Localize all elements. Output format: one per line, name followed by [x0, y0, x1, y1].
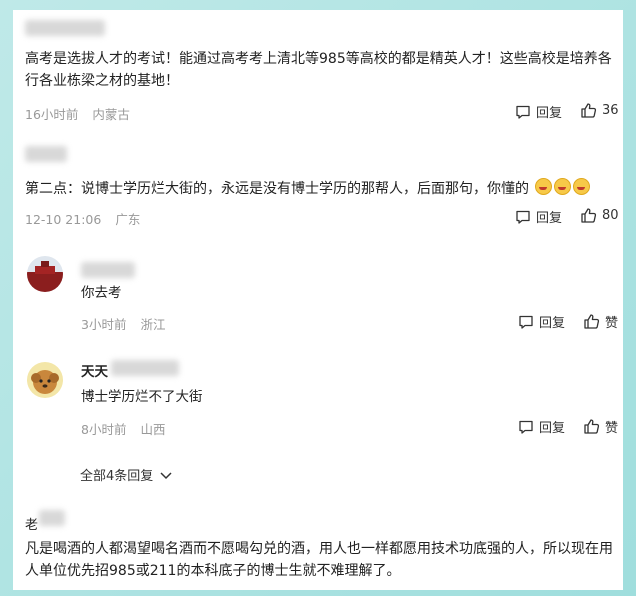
comment-2-time: 12-10 21:06 [25, 212, 102, 227]
comment-panel: 高考是选拔人才的考试！能通过高考考上清北等985等高校的都是精英人才！这些高校是… [13, 10, 623, 590]
reply-1-reply-button[interactable]: 回复 [518, 312, 565, 331]
reply-2-username[interactable]: 天天 [81, 360, 108, 380]
comment-2-location: 广东 [115, 212, 141, 227]
comment-1-like-button[interactable]: 36 [580, 102, 619, 119]
comment-2-text: 第二点：说博士学历烂大街的，永远是没有博士学历的那帮人，后面那句，你懂的 [25, 181, 529, 197]
reply-1-username-blurred[interactable] [81, 262, 135, 278]
grin-emoji-icon [554, 178, 572, 195]
reply-1-like-label: 赞 [605, 316, 619, 331]
reply-2-text: 博士学历烂不了大街 [81, 389, 203, 405]
reply-2-avatar-image [27, 362, 63, 398]
comment-1-time: 16小时前 [25, 107, 79, 122]
comment-2-text-row: 第二点：说博士学历烂大街的，永远是没有博士学历的那帮人，后面那句，你懂的 [25, 178, 617, 200]
reply-2-avatar[interactable] [27, 362, 63, 398]
reply-1-like-button[interactable]: 赞 [583, 312, 618, 331]
grin-emoji-icon [573, 178, 591, 195]
reply-1-reply-label: 回复 [539, 316, 566, 331]
reply-1-avatar[interactable] [27, 256, 63, 292]
grin-emoji-icon [535, 178, 553, 195]
comment-1-reply-button[interactable]: 回复 [515, 102, 562, 121]
reply-2-meta: 8小时前 山西 [81, 419, 175, 438]
reply-2-username-blurred[interactable] [111, 360, 179, 376]
thumbs-up-icon [581, 208, 597, 223]
reply-2-location: 山西 [140, 422, 166, 437]
reply-2-like-label: 赞 [605, 421, 619, 436]
comment-bubble-icon [516, 105, 530, 119]
comment-bubble-icon [516, 210, 530, 224]
comment-2-like-button[interactable]: 80 [580, 207, 619, 224]
comment-2-reply-label: 回复 [536, 211, 563, 226]
reply-2-time: 8小时前 [81, 422, 127, 437]
comment-2-like-count: 80 [602, 208, 619, 223]
reply-2-reply-label: 回复 [539, 421, 566, 436]
comment-bubble-icon [519, 420, 533, 434]
comment-2-meta: 12-10 21:06 广东 [25, 209, 150, 228]
comment-1-location: 内蒙古 [92, 107, 130, 122]
reply-2-reply-button[interactable]: 回复 [518, 417, 565, 436]
reply-1-time: 3小时前 [81, 317, 127, 332]
comment-1-like-count: 36 [602, 103, 619, 118]
reply-1-location: 浙江 [140, 317, 166, 332]
reply-2-like-button[interactable]: 赞 [583, 417, 618, 436]
thumbs-up-icon [581, 103, 597, 118]
thumbs-up-icon [584, 419, 600, 434]
comment-2-reply-button[interactable]: 回复 [515, 207, 562, 226]
comment-3-username-prefix[interactable]: 老 [25, 514, 38, 533]
comment-1-username-blurred[interactable] [25, 20, 105, 36]
chevron-down-icon [160, 471, 172, 479]
comment-3-username-blurred[interactable] [39, 510, 65, 526]
comment-1-reply-label: 回复 [536, 106, 563, 121]
comment-1-meta: 16小时前 内蒙古 [25, 104, 140, 123]
reply-1-avatar-image [27, 256, 63, 292]
thumbs-up-icon [584, 314, 600, 329]
comment-3-text: 凡是喝酒的人都渴望喝名酒而不愿喝勾兑的酒，用人也一样都愿用技术功底强的人，所以现… [25, 541, 613, 579]
reply-1-meta: 3小时前 浙江 [81, 314, 175, 333]
comment-bubble-icon [519, 315, 533, 329]
reply-1-text: 你去考 [81, 285, 122, 301]
comment-2-username-blurred[interactable] [25, 146, 67, 162]
comment-1-text: 高考是选拔人才的考试！能通过高考考上清北等985等高校的都是精英人才！这些高校是… [25, 51, 612, 89]
view-all-replies-label: 全部4条回复 [80, 469, 154, 484]
view-all-replies-button[interactable]: 全部4条回复 [80, 465, 173, 484]
